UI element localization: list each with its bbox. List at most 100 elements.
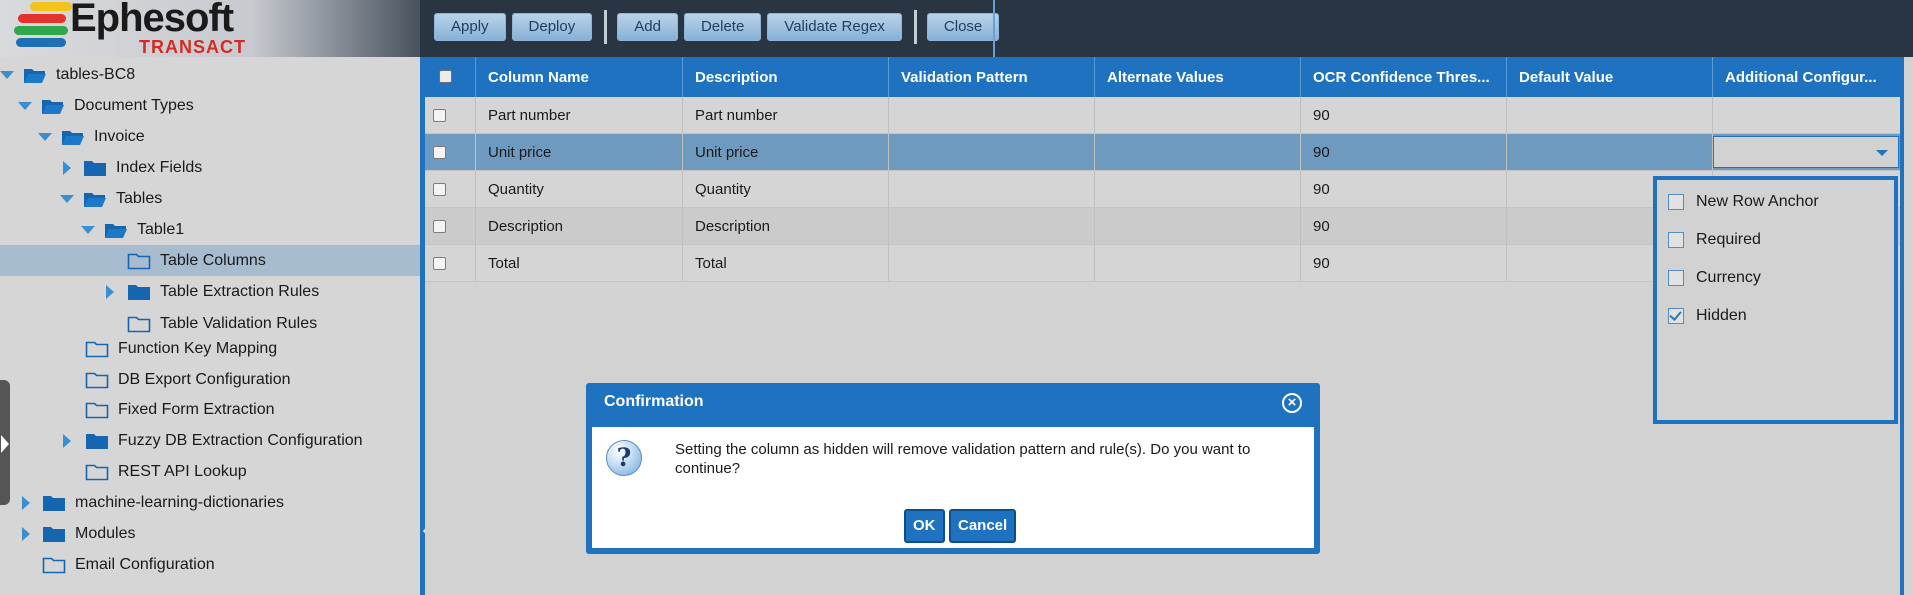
logo: Ephesoft TRANSACT — [0, 0, 420, 57]
tree-item-fuzzy-db-extraction-configuration[interactable]: Fuzzy DB Extraction Configuration — [63, 425, 363, 456]
row-checkbox[interactable] — [433, 146, 446, 159]
select-all-checkbox[interactable] — [439, 70, 452, 83]
tree-item-table1[interactable]: Table1 — [81, 214, 184, 245]
tree-label: Fixed Form Extraction — [118, 400, 275, 418]
tree-label: Document Types — [74, 96, 194, 114]
side-expand-tab[interactable] — [0, 380, 10, 505]
empty-folder-icon — [85, 463, 109, 481]
description-cell[interactable]: Unit price — [683, 134, 889, 170]
column-header[interactable]: OCR Confidence Thres... — [1301, 57, 1507, 97]
description-cell[interactable]: Quantity — [683, 171, 889, 207]
row-checkbox[interactable] — [433, 257, 446, 270]
tree-item-tables-bc8[interactable]: tables-BC8 — [0, 59, 135, 90]
ocr-confidence-cell[interactable]: 90 — [1301, 97, 1507, 133]
tree-item-modules[interactable]: Modules — [22, 518, 135, 549]
tree-item-email-configuration[interactable]: Email Configuration — [42, 549, 215, 580]
collapse-arrow-icon[interactable] — [63, 160, 71, 175]
tree-item-db-export-configuration[interactable]: DB Export Configuration — [85, 364, 291, 395]
ocr-confidence-cell[interactable]: 90 — [1301, 134, 1507, 170]
tree-label: Modules — [75, 524, 136, 542]
tree-label: Table Validation Rules — [160, 314, 318, 332]
column-header[interactable]: Default Value — [1507, 57, 1713, 97]
column-name-cell[interactable]: Unit price — [476, 134, 683, 170]
column-name-cell[interactable]: Part number — [476, 97, 683, 133]
expand-arrow-icon[interactable] — [18, 101, 32, 110]
tree-item-rest-api-lookup[interactable]: REST API Lookup — [85, 456, 247, 487]
tree-item-table-columns[interactable]: Table Columns — [0, 245, 420, 276]
ok-button[interactable]: OK — [904, 509, 945, 543]
collapse-arrow-icon[interactable] — [63, 433, 71, 448]
row-checkbox[interactable] — [433, 220, 446, 233]
ocr-confidence-cell[interactable]: 90 — [1301, 245, 1507, 281]
tree-item-index-fields[interactable]: Index Fields — [63, 152, 202, 183]
add-button[interactable]: Add — [617, 13, 678, 41]
row-checkbox[interactable] — [433, 109, 446, 122]
validation-pattern-cell[interactable] — [889, 245, 1095, 281]
hidden-option[interactable]: Hidden — [1657, 304, 1747, 328]
tree-label: Function Key Mapping — [118, 339, 278, 357]
table-row[interactable]: Unit price Unit price 90 — [425, 134, 1900, 171]
row-checkbox[interactable] — [433, 183, 446, 196]
tree-item-tables[interactable]: Tables — [60, 183, 162, 214]
delete-button[interactable]: Delete — [683, 13, 762, 41]
tree-item-document-types[interactable]: Document Types — [18, 90, 194, 121]
expand-arrow-icon[interactable] — [38, 132, 52, 141]
currency-checkbox[interactable] — [1668, 270, 1684, 286]
close-icon[interactable]: × — [1282, 393, 1302, 413]
column-header[interactable]: Validation Pattern — [889, 57, 1095, 97]
expand-arrow-icon[interactable] — [81, 225, 95, 234]
tree-item-fixed-form-extraction[interactable]: Fixed Form Extraction — [85, 394, 274, 425]
ocr-confidence-cell[interactable]: 90 — [1301, 208, 1507, 244]
empty-folder-icon — [127, 315, 151, 333]
hidden-checkbox[interactable] — [1668, 308, 1684, 324]
column-header[interactable]: Alternate Values — [1095, 57, 1301, 97]
new-row-anchor-option[interactable]: New Row Anchor — [1657, 190, 1819, 214]
collapse-arrow-icon[interactable] — [22, 526, 30, 541]
tree-item-function-key-mapping[interactable]: Function Key Mapping — [85, 333, 277, 364]
description-cell[interactable]: Description — [683, 208, 889, 244]
folder-icon — [127, 283, 151, 301]
validation-pattern-cell[interactable] — [889, 134, 1095, 170]
column-header[interactable]: Column Name — [476, 57, 683, 97]
column-header[interactable]: Additional Configur... — [1713, 57, 1900, 97]
column-header[interactable]: Description — [683, 57, 889, 97]
expand-arrow-icon[interactable] — [60, 194, 74, 203]
currency-option[interactable]: Currency — [1657, 266, 1761, 290]
expand-arrow-icon[interactable] — [0, 70, 14, 79]
alternate-values-cell[interactable] — [1095, 208, 1301, 244]
new-row-anchor-checkbox[interactable] — [1668, 194, 1684, 210]
close-button[interactable]: Close — [926, 13, 1000, 41]
additional-config-cell[interactable] — [1713, 97, 1900, 133]
default-value-cell[interactable] — [1507, 134, 1713, 170]
description-cell[interactable]: Part number — [683, 97, 889, 133]
ocr-confidence-cell[interactable]: 90 — [1301, 171, 1507, 207]
default-value-cell[interactable] — [1507, 97, 1713, 133]
apply-button[interactable]: Apply — [434, 13, 506, 41]
description-cell[interactable]: Total — [683, 245, 889, 281]
required-checkbox[interactable] — [1668, 232, 1684, 248]
column-name-cell[interactable]: Total — [476, 245, 683, 281]
collapse-arrow-icon[interactable] — [22, 495, 30, 510]
table-row[interactable]: Part number Part number 90 — [425, 97, 1900, 134]
tree-item-table-extraction-rules[interactable]: Table Extraction Rules — [106, 276, 319, 307]
column-name-cell[interactable]: Quantity — [476, 171, 683, 207]
toolbar-divider — [913, 10, 917, 44]
validate-regex-button[interactable]: Validate Regex — [767, 13, 902, 41]
dialog-title: Confirmation — [604, 393, 704, 410]
cancel-button[interactable]: Cancel — [949, 509, 1017, 543]
additional-config-dropdown[interactable] — [1713, 136, 1899, 168]
tree-item-invoice[interactable]: Invoice — [38, 121, 145, 152]
collapse-arrow-icon[interactable] — [106, 284, 114, 299]
validation-pattern-cell[interactable] — [889, 97, 1095, 133]
tree-item-machine-learning-dictionaries[interactable]: machine-learning-dictionaries — [22, 487, 284, 518]
validation-pattern-cell[interactable] — [889, 208, 1095, 244]
alternate-values-cell[interactable] — [1095, 134, 1301, 170]
alternate-values-cell[interactable] — [1095, 171, 1301, 207]
column-name-cell[interactable]: Description — [476, 208, 683, 244]
deploy-button[interactable]: Deploy — [511, 13, 593, 41]
alternate-values-cell[interactable] — [1095, 245, 1301, 281]
alternate-values-cell[interactable] — [1095, 97, 1301, 133]
validation-pattern-cell[interactable] — [889, 171, 1095, 207]
required-option[interactable]: Required — [1657, 228, 1761, 252]
open-folder-icon — [41, 97, 65, 115]
